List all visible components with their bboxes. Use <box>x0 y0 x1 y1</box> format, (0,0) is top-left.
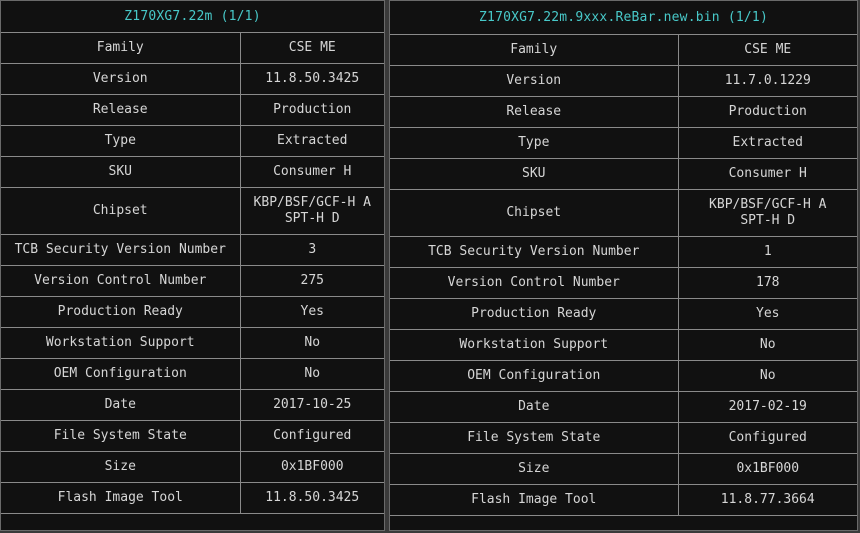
left-row-chipset: Chipset KBP/BSF/GCF-H A SPT-H D <box>1 187 384 235</box>
left-row-file-system-state: File System State Configured <box>1 420 384 452</box>
left-field-label: Version Control Number <box>1 265 241 297</box>
left-field-value: Configured <box>239 420 384 452</box>
left-row-flash-image-tool: Flash Image Tool 11.8.50.3425 <box>1 482 384 514</box>
left-row-release: Release Production <box>1 94 384 126</box>
right-row-version-control-number: Version Control Number 178 <box>390 267 857 299</box>
left-row-size: Size 0x1BF000 <box>1 451 384 483</box>
left-firmware-info-panel: Z170XG7.22m (1/1) Family CSE ME Version 11.… <box>0 0 385 531</box>
right-field-label: Version <box>390 65 679 97</box>
right-field-value: 2017-02-19 <box>677 391 857 423</box>
right-field-value: Consumer H <box>677 158 857 190</box>
left-field-label: File System State <box>1 420 241 452</box>
left-field-value: 0x1BF000 <box>239 451 384 483</box>
left-field-value: KBP/BSF/GCF-H A SPT-H D <box>239 187 384 235</box>
right-row-production-ready: Production Ready Yes <box>390 298 857 330</box>
left-field-value: CSE ME <box>239 32 384 64</box>
right-field-label: Version Control Number <box>390 267 679 299</box>
left-info-table: Z170XG7.22m (1/1) Family CSE ME Version 11.… <box>1 1 384 514</box>
right-field-label: Release <box>390 96 679 128</box>
right-row-tcb-security-version-number: TCB Security Version Number 1 <box>390 236 857 268</box>
right-panel-title: Z170XG7.22m.9xxx.ReBar.new.bin (1/1) <box>390 1 857 35</box>
right-field-value: KBP/BSF/GCF-H A SPT-H D <box>677 189 857 237</box>
right-row-date: Date 2017-02-19 <box>390 391 857 423</box>
left-field-label: Family <box>1 32 241 64</box>
right-info-table: Z170XG7.22m.9xxx.ReBar.new.bin (1/1) Fam… <box>390 1 857 516</box>
left-field-label: TCB Security Version Number <box>1 234 241 266</box>
left-field-label: Release <box>1 94 241 126</box>
left-field-value: 11.8.50.3425 <box>239 482 384 514</box>
right-field-label: Chipset <box>390 189 679 237</box>
right-field-label: Flash Image Tool <box>390 484 679 516</box>
left-field-label: Chipset <box>1 187 241 235</box>
left-field-value: 11.8.50.3425 <box>239 63 384 95</box>
right-row-chipset: Chipset KBP/BSF/GCF-H A SPT-H D <box>390 189 857 237</box>
left-row-workstation-support: Workstation Support No <box>1 327 384 359</box>
right-field-value: No <box>677 360 857 392</box>
right-row-workstation-support: Workstation Support No <box>390 329 857 361</box>
left-field-label: Workstation Support <box>1 327 241 359</box>
left-field-value: No <box>239 358 384 390</box>
right-row-type: Type Extracted <box>390 127 857 159</box>
left-field-label: Type <box>1 125 241 157</box>
left-field-label: Production Ready <box>1 296 241 328</box>
right-field-value: Production <box>677 96 857 128</box>
left-field-value: 2017-10-25 <box>239 389 384 421</box>
right-field-value: 178 <box>677 267 857 299</box>
left-field-value: Yes <box>239 296 384 328</box>
right-row-file-system-state: File System State Configured <box>390 422 857 454</box>
right-row-oem-configuration: OEM Configuration No <box>390 360 857 392</box>
right-field-value: 11.8.77.3664 <box>677 484 857 516</box>
left-field-label: SKU <box>1 156 241 188</box>
left-row-sku: SKU Consumer H <box>1 156 384 188</box>
left-field-label: OEM Configuration <box>1 358 241 390</box>
left-row-tcb-security-version-number: TCB Security Version Number 3 <box>1 234 384 266</box>
right-field-value: Yes <box>677 298 857 330</box>
right-field-label: SKU <box>390 158 679 190</box>
left-field-value: 3 <box>239 234 384 266</box>
right-field-label: Type <box>390 127 679 159</box>
right-field-value: CSE ME <box>677 34 857 66</box>
right-field-label: Family <box>390 34 679 66</box>
right-field-label: Workstation Support <box>390 329 679 361</box>
right-row-flash-image-tool: Flash Image Tool 11.8.77.3664 <box>390 484 857 516</box>
right-field-label: Size <box>390 453 679 485</box>
left-row-family: Family CSE ME <box>1 32 384 64</box>
left-field-label: Date <box>1 389 241 421</box>
right-field-label: TCB Security Version Number <box>390 236 679 268</box>
left-field-value: No <box>239 327 384 359</box>
left-row-date: Date 2017-10-25 <box>1 389 384 421</box>
left-field-label: Version <box>1 63 241 95</box>
right-field-label: OEM Configuration <box>390 360 679 392</box>
right-row-sku: SKU Consumer H <box>390 158 857 190</box>
right-field-label: File System State <box>390 422 679 454</box>
right-field-label: Production Ready <box>390 298 679 330</box>
right-row-version: Version 11.7.0.1229 <box>390 65 857 97</box>
left-field-value: Consumer H <box>239 156 384 188</box>
left-field-value: 275 <box>239 265 384 297</box>
left-field-label: Flash Image Tool <box>1 482 241 514</box>
left-row-production-ready: Production Ready Yes <box>1 296 384 328</box>
right-field-value: No <box>677 329 857 361</box>
left-field-value: Extracted <box>239 125 384 157</box>
right-row-size: Size 0x1BF000 <box>390 453 857 485</box>
right-row-release: Release Production <box>390 96 857 128</box>
right-firmware-info-panel: Z170XG7.22m.9xxx.ReBar.new.bin (1/1) Fam… <box>389 0 858 531</box>
right-field-value: 11.7.0.1229 <box>677 65 857 97</box>
left-row-type: Type Extracted <box>1 125 384 157</box>
left-panel-title: Z170XG7.22m (1/1) <box>1 1 384 33</box>
right-field-value: 0x1BF000 <box>677 453 857 485</box>
left-field-label: Size <box>1 451 241 483</box>
right-field-value: Extracted <box>677 127 857 159</box>
left-row-oem-configuration: OEM Configuration No <box>1 358 384 390</box>
right-row-family: Family CSE ME <box>390 34 857 66</box>
left-field-value: Production <box>239 94 384 126</box>
right-field-label: Date <box>390 391 679 423</box>
right-field-value: Configured <box>677 422 857 454</box>
right-field-value: 1 <box>677 236 857 268</box>
left-row-version: Version 11.8.50.3425 <box>1 63 384 95</box>
left-row-version-control-number: Version Control Number 275 <box>1 265 384 297</box>
